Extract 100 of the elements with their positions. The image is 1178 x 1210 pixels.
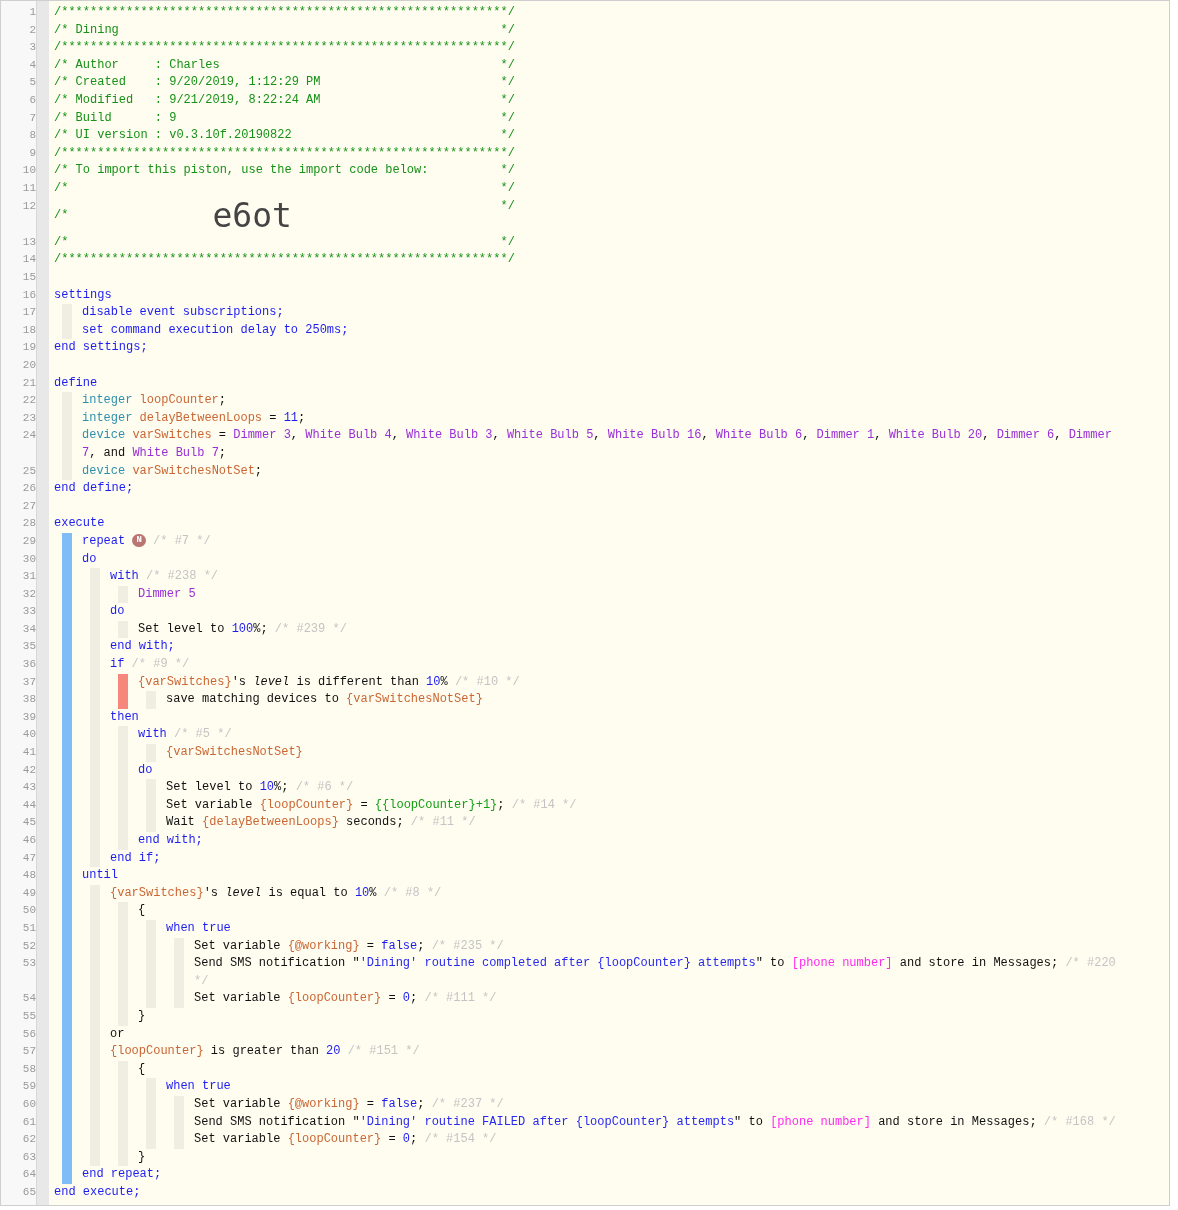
line-number: 8 (29, 128, 36, 144)
code-text: /* (54, 233, 69, 251)
line-number: 50 (22, 903, 36, 919)
line-number: 20 (22, 358, 36, 373)
line-number: 42 (22, 762, 36, 778)
line-number: 35 (22, 639, 36, 655)
code-text: {varSwitchesNotSet} (166, 745, 303, 760)
code-text: {varSwitches}'s level is equal to 10% /* #8 */ (110, 885, 442, 900)
line-number: 53 (22, 956, 36, 972)
line-number: 37 (22, 674, 36, 690)
line-number: 25 (22, 463, 36, 479)
line-number: 36 (22, 657, 36, 673)
line-number: 51 (22, 921, 36, 936)
line-number: 29 (22, 533, 36, 549)
code-text: repeat (82, 533, 127, 548)
line-number: 27 (22, 498, 36, 514)
line-number: 52 (22, 938, 36, 954)
line-number: 61 (22, 1114, 36, 1130)
code-text: end settings; (54, 340, 148, 355)
line-number: 11 (22, 180, 36, 196)
line-number: 43 (22, 780, 36, 796)
code-text: /* Author : Charles (54, 56, 220, 74)
comment-end: */ (500, 233, 515, 251)
line-number: 64 (22, 1167, 36, 1183)
code-text: execute (54, 516, 105, 531)
code-text: do (82, 551, 97, 566)
code-text: {loopCounter} is greater than 20 /* #151 */ (110, 1044, 420, 1059)
code-text: /************************************************************* (54, 4, 501, 21)
code-text: { (138, 1061, 146, 1076)
code-text: integer delayBetweenLoops = 11; (82, 410, 306, 425)
line-number: 46 (22, 833, 36, 848)
line-number: 17 (22, 305, 36, 321)
line-number: 30 (22, 551, 36, 567)
comment-end: */ (500, 74, 515, 92)
code-text: end repeat; (82, 1167, 162, 1182)
line-number: 62 (22, 1132, 36, 1148)
mode-badge: N (132, 534, 146, 548)
import-code: e6ot (212, 197, 292, 234)
code-text: end with; (110, 639, 175, 654)
line-number: 34 (22, 621, 36, 637)
line-number: 15 (22, 270, 36, 285)
line-number: 24 (22, 428, 36, 444)
line-number: 44 (22, 797, 36, 813)
line-number: 6 (29, 92, 36, 108)
comment-end: */ (500, 4, 515, 21)
code-text: /* (54, 206, 69, 224)
code-text: disable event subscriptions; (82, 305, 284, 320)
line-number: 31 (22, 569, 36, 585)
code-text: Set variable {@working} = false; /* #235 */ (194, 938, 504, 953)
line-number: 55 (22, 1008, 36, 1024)
code-text: /* #7 */ (152, 533, 211, 548)
line-number: 5 (29, 75, 36, 91)
line-number: 16 (22, 287, 36, 303)
code-text: do (138, 762, 153, 777)
code-text: do (110, 604, 125, 619)
code-text: Set variable {@working} = false; /* #237 */ (194, 1096, 504, 1111)
code-text: with /* #238 */ (110, 569, 219, 584)
line-number: 39 (22, 709, 36, 725)
line-number: 9 (29, 145, 36, 161)
comment-end: */ (500, 109, 515, 127)
line-number: 65 (22, 1184, 36, 1200)
line-number: 32 (22, 586, 36, 602)
code-text: end with; (138, 833, 203, 847)
comment-end: */ (500, 197, 515, 215)
line-number: 49 (22, 885, 36, 901)
code-text: Dimmer 5 (138, 586, 196, 601)
line-number: 48 (22, 868, 36, 884)
code-text: when true (166, 1079, 231, 1094)
code-text: then (110, 709, 139, 724)
code-text: { (138, 903, 146, 918)
code-text: end execute; (54, 1184, 141, 1199)
line-number: 63 (22, 1149, 36, 1165)
line-number: 7 (29, 110, 36, 126)
code-text: Set variable {loopCounter} = 0; /* #154 */ (194, 1132, 497, 1147)
line-number: 57 (22, 1044, 36, 1060)
code-text: end if; (110, 850, 161, 865)
code-text: Send SMS notification "'Dining' routine FAILED after {loopCounter} attempts" to [phone number] and store in Messages; /* #168 */ (194, 1114, 1116, 1129)
code-text: Set variable {loopCounter} = 0; /* #111 */ (194, 991, 497, 1006)
line-number: 47 (22, 850, 36, 866)
line-number: 23 (22, 410, 36, 426)
line-number: 1 (29, 5, 36, 20)
code-text: until (82, 868, 118, 883)
code-text: device varSwitchesNotSet; (82, 463, 263, 478)
line-number: 54 (22, 991, 36, 1007)
line-number: 14 (22, 252, 36, 268)
code-text: /* (54, 179, 69, 197)
code-text: /* UI version : v0.3.10f.20190822 (54, 127, 292, 145)
code-text: define (54, 375, 98, 390)
comment-end: */ (500, 162, 515, 180)
code-text: /* Dining (54, 21, 119, 39)
code-text: end define; (54, 481, 134, 496)
code-text: /* Created : 9/20/2019, 1:12:29 PM (54, 74, 321, 92)
code-text: /* To import this piston, use the import code below: (54, 162, 429, 180)
line-number: 41 (22, 745, 36, 761)
code-text: save matching devices to {varSwitchesNotSet} (166, 692, 483, 707)
code-text: with /* #5 */ (138, 727, 232, 742)
line-number: 13 (22, 234, 36, 250)
comment-end: */ (500, 251, 515, 269)
code-text: /* Build : 9 (54, 109, 177, 127)
code-text: Set level to 100%; /* #239 */ (138, 621, 347, 636)
